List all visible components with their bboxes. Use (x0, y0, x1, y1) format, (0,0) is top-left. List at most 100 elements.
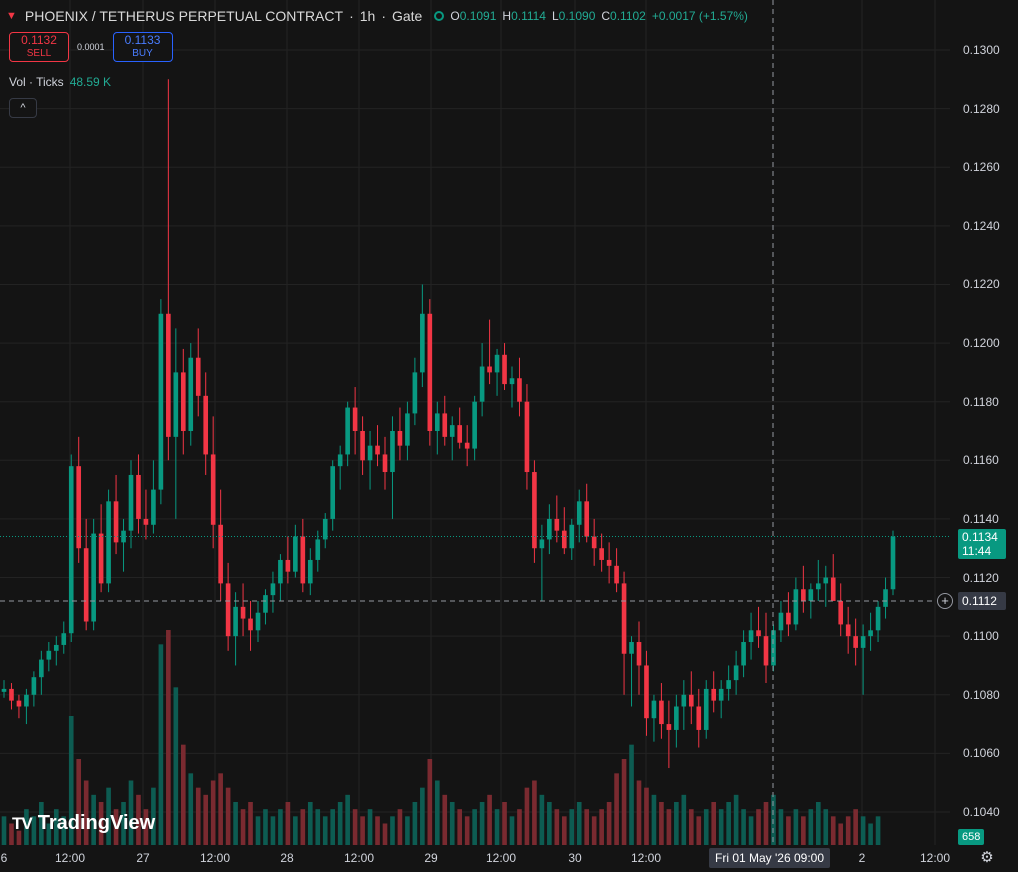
volume-bar (838, 823, 844, 845)
volume-bar (188, 773, 194, 845)
price-tick-label: 0.1280 (963, 101, 1000, 116)
candle-body (726, 680, 731, 689)
volume-bar (210, 780, 216, 845)
candle-body (166, 313, 171, 437)
last-price-tag: 0.1134 11:44 (958, 528, 1006, 559)
buy-label: BUY (132, 48, 153, 59)
time-tick-label: 6 (0, 851, 8, 865)
candle-body (345, 407, 350, 455)
ohlc-open: 0.1091 (459, 9, 497, 23)
volume-bar (801, 816, 806, 845)
volume-bar (248, 802, 253, 845)
candle-body (838, 600, 844, 625)
volume-bar (659, 802, 664, 845)
volume-bar (360, 816, 365, 845)
price-tick-label: 0.1100 (963, 629, 999, 644)
volume-bar (786, 816, 791, 845)
candle-body (352, 407, 358, 431)
candle-body (711, 688, 717, 701)
symbol-title[interactable]: PHOENIX / TETHERUS PERPETUAL CONTRACT (25, 8, 343, 24)
tradingview-logo-text: TradingView (37, 812, 156, 834)
sell-button[interactable]: 0.1132 SELL (9, 32, 69, 62)
candle-body (16, 700, 22, 707)
volume-bar (479, 802, 485, 845)
price-tick-label: 0.1240 (963, 218, 1000, 233)
interval-label[interactable]: 1h (360, 8, 376, 24)
candle-body (524, 401, 530, 473)
candle-body (405, 413, 410, 446)
candle-body (875, 606, 881, 631)
candle-body (136, 474, 141, 519)
volume-bar (225, 787, 231, 845)
volume-bar (666, 809, 672, 845)
volume-bar (412, 802, 418, 845)
volume-bar (636, 780, 642, 845)
volume-bar (494, 809, 500, 845)
crosshair-date-label: Fri 01 May '26 09:00 (709, 848, 831, 868)
gear-icon[interactable]: ⚙ (979, 850, 995, 866)
candle-body (434, 413, 440, 431)
volume-bar (793, 809, 799, 845)
candle-body (158, 313, 164, 490)
volume-bar (375, 816, 380, 845)
price-chart[interactable] (0, 0, 1018, 872)
trade-panel: 0.1132 SELL 0.0001 0.1133 BUY (9, 32, 173, 62)
time-tick-label: 30 (568, 851, 582, 865)
volume-bar (711, 802, 717, 845)
buy-button[interactable]: 0.1133 BUY (112, 32, 173, 62)
candle-body (621, 583, 627, 654)
candle-body (681, 694, 687, 707)
time-tick-label: 2 (858, 851, 866, 865)
ohlc-low: 0.1090 (558, 9, 596, 23)
price-tick-label: 0.1120 (963, 570, 999, 585)
volume-bar (502, 802, 507, 845)
candle-body (53, 644, 59, 651)
volume-bar (285, 802, 291, 845)
add-alert-icon[interactable]: + (937, 592, 953, 609)
volume-bar (263, 809, 268, 845)
candle-body (255, 612, 261, 631)
volume-bar (509, 816, 515, 845)
candle-body (442, 413, 448, 437)
candle-body (46, 650, 52, 660)
ohlc-close: 0.1102 (610, 9, 646, 23)
candle-countdown: 11:44 (962, 543, 992, 558)
price-tick-label: 0.1140 (963, 511, 999, 526)
volume-bar (629, 744, 634, 845)
candle-body (688, 694, 694, 707)
candle-body (300, 536, 306, 584)
volume-bar (345, 794, 350, 845)
volume-bar (748, 816, 754, 845)
candle-body (756, 630, 761, 637)
candle-body (322, 518, 328, 540)
price-tick-label: 0.1180 (963, 394, 999, 409)
candle-body (151, 489, 156, 525)
candle-body (651, 700, 657, 719)
candle-body (31, 677, 37, 695)
volume-legend[interactable]: Vol · Ticks 48.59 K (9, 75, 111, 89)
volume-bar (815, 802, 821, 845)
crosshair-price-label: 0.1112 (958, 591, 1006, 610)
volume-bar (733, 794, 739, 845)
candle-body (330, 466, 336, 519)
candle-body (9, 688, 14, 701)
volume-legend-label: Vol · Ticks (9, 75, 64, 89)
volume-bar (218, 773, 223, 845)
sell-label: SELL (26, 48, 52, 59)
time-tick-label: 12:00 (54, 851, 86, 865)
collapse-legend-button[interactable]: ^ (9, 98, 37, 118)
candle-body (464, 442, 470, 449)
volume-bar (442, 794, 448, 845)
time-tick-label: 12:00 (199, 851, 231, 865)
volume-bar (166, 630, 171, 845)
volume-bar (860, 816, 866, 845)
candle-body (808, 589, 814, 601)
candle-body (83, 548, 89, 622)
candle-body (427, 313, 433, 431)
tradingview-logo[interactable]: TV TradingView (12, 812, 155, 835)
candle-body (382, 454, 388, 473)
volume-bar (599, 809, 604, 845)
candle-body (1, 688, 7, 692)
chevron-up-icon: ^ (20, 102, 26, 114)
chart-header: ▼ PHOENIX / TETHERUS PERPETUAL CONTRACT … (6, 6, 748, 26)
